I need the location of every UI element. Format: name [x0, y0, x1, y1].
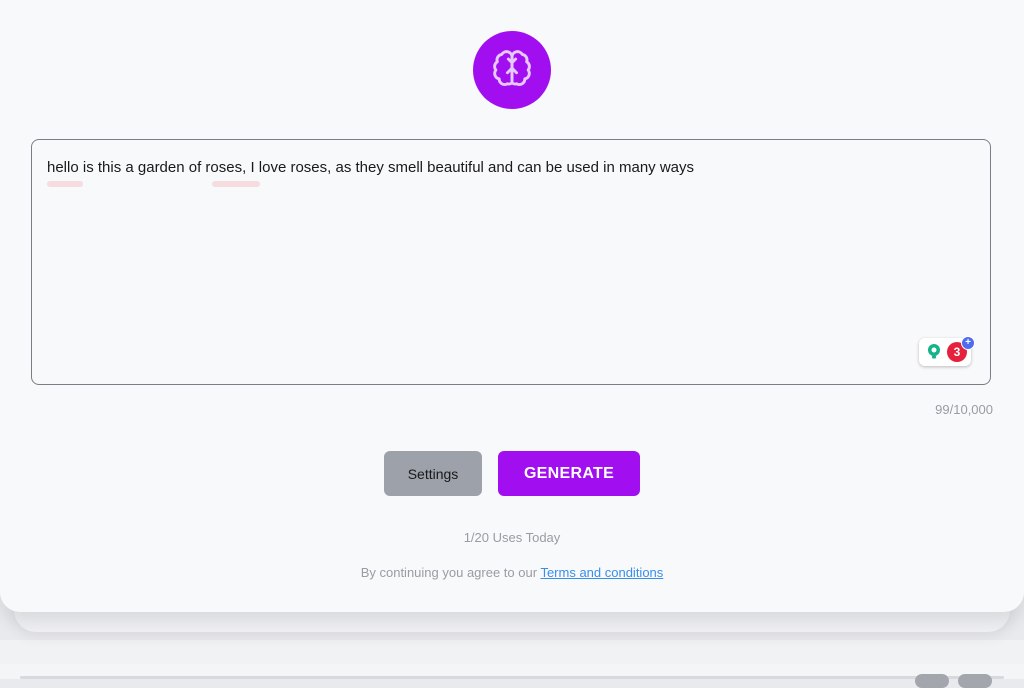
bottom-control[interactable] [958, 674, 992, 688]
lightbulb-icon [928, 344, 940, 359]
next-card-strip [0, 664, 1024, 679]
settings-button[interactable]: Settings [384, 451, 482, 496]
terms-notice: By continuing you agree to our Terms and… [0, 565, 1024, 580]
bottom-control[interactable] [915, 674, 949, 688]
character-counter: 99/10,000 [935, 402, 993, 417]
main-card: hello is this a garden of roses, I love … [0, 0, 1024, 612]
prompt-textarea[interactable]: hello is this a garden of roses, I love … [31, 139, 991, 385]
brain-logo [473, 31, 551, 109]
generate-button[interactable]: GENERATE [498, 451, 640, 496]
usage-counter: 1/20 Uses Today [463, 530, 561, 545]
plus-icon[interactable]: + [961, 336, 975, 350]
grammarly-widget[interactable]: 3 + [919, 336, 975, 366]
spellcheck-underline [212, 181, 260, 187]
terms-link[interactable]: Terms and conditions [540, 565, 663, 580]
spellcheck-underline [47, 181, 83, 187]
terms-prefix: By continuing you agree to our [360, 565, 538, 580]
prompt-text: hello is this a garden of roses, I love … [47, 159, 695, 176]
background-card-layer [0, 640, 1024, 664]
brain-icon [493, 50, 531, 86]
